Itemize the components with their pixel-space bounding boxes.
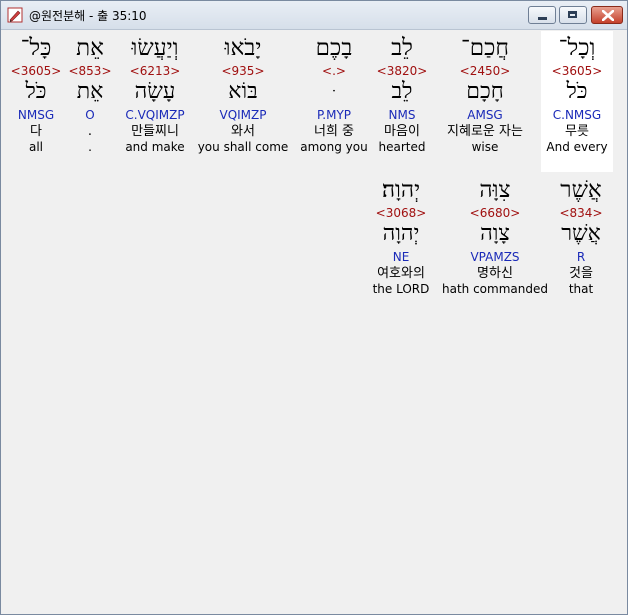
word-cell[interactable]: אֵת <853> אֵת O . . [65,35,115,155]
lemma-word: כֹּל [566,79,588,104]
strong-number[interactable]: <3605> [541,63,613,79]
english-gloss: wise [471,140,499,154]
minimize-button[interactable] [528,6,556,24]
parse-code: VQIMZP [219,108,267,122]
hebrew-word: לֵב [391,35,413,61]
strong-number[interactable]: <6680> [439,205,551,221]
strong-number[interactable]: <3605> [9,63,63,79]
lemma-word: לֵב [391,79,413,104]
korean-gloss: 지혜로운 자는 [447,124,523,139]
hebrew-word: אֵת [76,35,104,61]
hebrew-word: אֲשֶׁר [560,177,602,203]
hebrew-word: בָכֶם [315,35,353,61]
lemma-word: כֹּל [25,79,47,104]
korean-gloss: . [87,124,93,139]
hebrew-word: כָּל־ [20,35,52,61]
parse-code: NE [392,250,410,264]
lemma-word: חָכָם [466,79,504,104]
english-gloss: all [28,140,44,154]
english-gloss: hearted [378,140,426,154]
strong-number[interactable]: <2450> [433,63,537,79]
strong-number[interactable]: <3068> [365,205,437,221]
word-cell[interactable]: כָּל־ <3605> כֹּל NMSG 다 all [9,35,63,155]
parse-code: P.MYP [316,108,352,122]
word-cell-selected[interactable]: וְכָל־ <3605> כֹּל C.NMSG 무릇 And every [541,31,613,172]
parse-code: C.VQIMZP [125,108,185,122]
parse-code: C.NMSG [552,108,602,122]
strong-number[interactable]: <853> [65,63,115,79]
word-cell[interactable]: צִוָּה <6680> צָוָה VPAMZS 명하신 hath comm… [439,177,551,297]
app-window: @원전분해 - 출 35:10 כָּל־ <3605> כֹּל NMSG 다… [0,0,628,615]
english-gloss: hath commanded [442,282,548,296]
korean-gloss: 무릇 [565,124,589,139]
parse-code: NMS [388,108,416,122]
korean-gloss: 여호와의 [377,266,425,281]
korean-gloss: 명하신 [477,266,513,281]
lemma-word: בּוֹא [228,79,258,104]
parse-code: R [576,250,586,264]
lemma-word: אֵת [76,79,104,104]
hebrew-word: וְיַעֲשׂוּ [131,35,179,61]
hebrew-word: יְהוָה׃ [381,177,421,203]
lemma-word: אֲשֶׁר [561,221,601,246]
word-cell[interactable]: וְיַעֲשׂוּ <6213> עָשָׂה C.VQIMZP 만들찌니 a… [117,35,193,155]
lemma-word: צָוָה [480,221,510,246]
english-gloss: And every [546,140,608,154]
korean-gloss: 만들찌니 [131,124,179,139]
close-icon [602,10,614,21]
lemma-word: ּ [295,79,373,107]
english-gloss: and make [125,140,185,154]
parse-code: NMSG [17,108,55,122]
strong-number[interactable]: <.> [295,63,373,79]
lemma-word: עָשָׂה [134,79,176,104]
word-cell[interactable]: אֲשֶׁר <834> אֲשֶׁר R 것을 that [553,177,609,297]
strong-number[interactable]: <6213> [117,63,193,79]
korean-gloss: 마음이 [384,124,420,139]
strong-number[interactable]: <3820> [375,63,429,79]
hebrew-word: יָבֹאוּ [224,35,262,61]
word-cell[interactable]: חֲכַם־ <2450> חָכָם AMSG 지혜로운 자는 wise [433,35,537,155]
interlinear-panel[interactable]: כָּל־ <3605> כֹּל NMSG 다 all אֵת <853> א… [3,30,627,614]
lemma-word: יְהוָה [382,221,420,246]
hebrew-word: חֲכַם־ [460,35,509,61]
word-cell[interactable]: בָכֶם <.> ּ P.MYP 너희 중 among you [295,35,373,155]
word-cell[interactable]: יְהוָה׃ <3068> יְהוָה NE 여호와의 the LORD [365,177,437,297]
hebrew-word: וְכָל־ [558,35,596,61]
word-cell[interactable]: יָבֹאוּ <935> בּוֹא VQIMZP 와서 you shall … [197,35,289,155]
korean-gloss: 와서 [231,124,255,139]
title-bar[interactable]: @원전분해 - 출 35:10 [1,1,627,30]
window-title: @원전분해 - 출 35:10 [29,9,147,23]
english-gloss: . [88,140,92,154]
english-gloss: you shall come [197,140,289,154]
word-cell[interactable]: לֵב <3820> לֵב NMS 마음이 hearted [375,35,429,155]
korean-gloss: 것을 [569,266,593,281]
korean-gloss: 너희 중 [313,124,354,139]
strong-number[interactable]: <935> [197,63,289,79]
parse-code: VPAMZS [470,250,520,264]
english-gloss: the LORD [372,282,430,296]
english-gloss: that [568,282,594,296]
maximize-button[interactable] [559,6,587,24]
korean-gloss: 다 [30,124,42,139]
app-pencil-icon[interactable] [7,7,23,23]
parse-code: O [85,108,95,122]
parse-code: AMSG [467,108,503,122]
english-gloss: among you [300,140,368,154]
close-button[interactable] [591,6,623,24]
strong-number[interactable]: <834> [553,205,609,221]
hebrew-word: צִוָּה [479,177,511,203]
